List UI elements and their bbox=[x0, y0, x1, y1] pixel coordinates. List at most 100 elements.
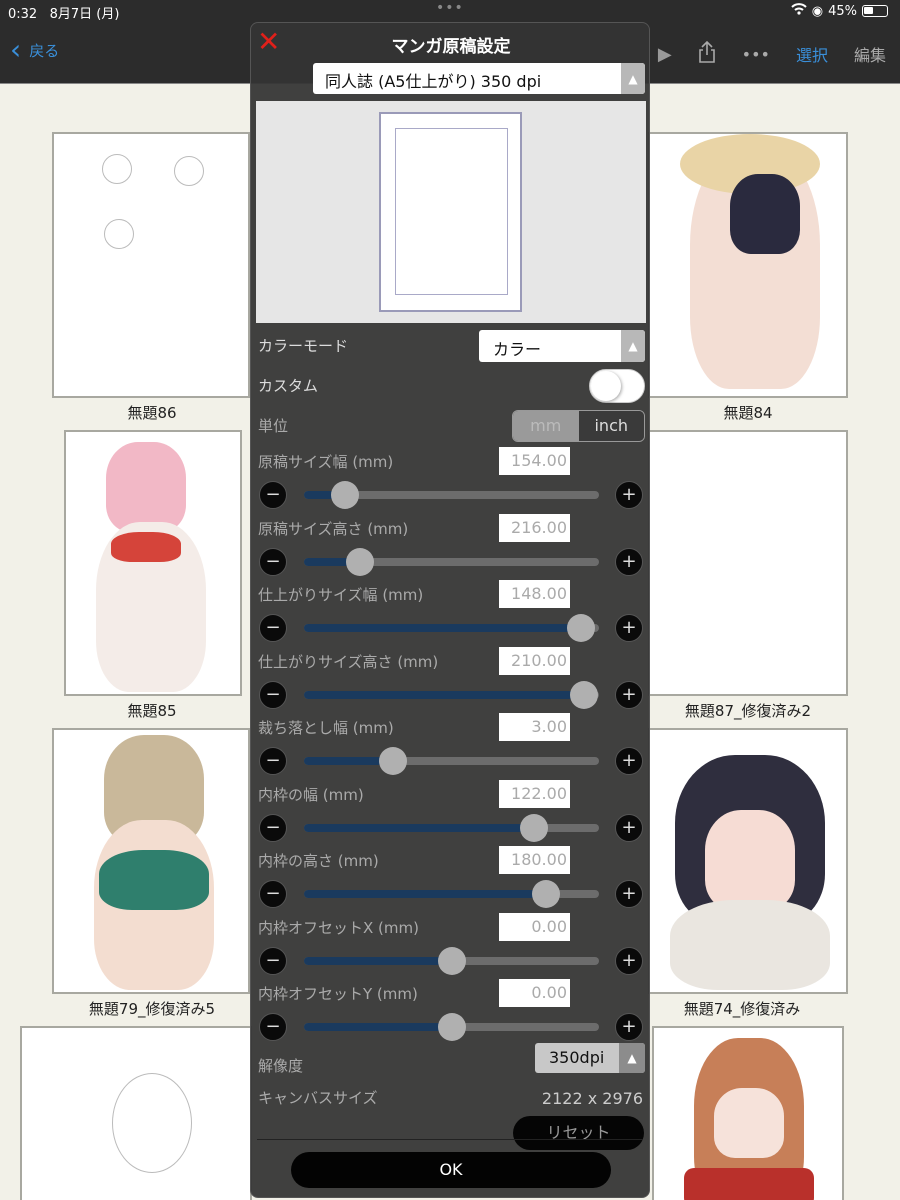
slider-track[interactable] bbox=[304, 814, 599, 842]
slider-value-field[interactable]: 154.00 bbox=[499, 447, 570, 475]
slider-track[interactable] bbox=[304, 614, 599, 642]
resolution-value: 350dpi bbox=[549, 1048, 605, 1067]
share-icon[interactable] bbox=[698, 40, 716, 68]
thumbnail-label: 無題87_修復済み2 bbox=[684, 702, 812, 720]
preset-select[interactable]: 同人誌 (A5仕上がり) 350 dpi ▲ bbox=[313, 63, 645, 94]
slider-track[interactable] bbox=[304, 880, 599, 908]
decrement-button[interactable]: − bbox=[259, 1013, 287, 1041]
increment-button[interactable]: + bbox=[615, 947, 643, 975]
thumbnail[interactable] bbox=[52, 132, 250, 398]
reset-button[interactable]: リセット bbox=[513, 1116, 644, 1150]
slider-thumb[interactable] bbox=[570, 681, 599, 709]
chevron-left-icon: ‹ bbox=[10, 33, 22, 66]
slider-thumb[interactable] bbox=[520, 814, 549, 842]
dialog-title: マンガ原稿設定 bbox=[391, 37, 511, 57]
custom-label: カスタム bbox=[258, 377, 319, 395]
decrement-button[interactable]: − bbox=[259, 614, 287, 642]
slider-thumb[interactable] bbox=[531, 880, 560, 908]
increment-button[interactable]: + bbox=[615, 880, 643, 908]
decrement-button[interactable]: − bbox=[259, 947, 287, 975]
slider-label: 内枠オフセットY (mm) bbox=[258, 985, 418, 1003]
thumbnail[interactable] bbox=[20, 1026, 252, 1200]
unit-inch-option[interactable]: inch bbox=[578, 411, 644, 441]
thumbnail-label: 無題85 bbox=[127, 702, 177, 720]
slider-fill bbox=[304, 824, 535, 832]
color-mode-select[interactable]: カラー ▲ bbox=[479, 330, 645, 362]
slider-thumb[interactable] bbox=[331, 481, 360, 509]
decrement-button[interactable]: − bbox=[259, 814, 287, 842]
slider-thumb[interactable] bbox=[437, 1013, 466, 1041]
slider-track[interactable] bbox=[304, 481, 599, 509]
thumbnail[interactable] bbox=[648, 430, 848, 696]
preview-page-frame bbox=[379, 112, 522, 312]
edit-button[interactable]: 編集 bbox=[854, 42, 886, 66]
slider-label: 仕上がりサイズ高さ (mm) bbox=[258, 653, 439, 671]
status-time: 0:32 8月7日 (月) bbox=[8, 7, 120, 22]
thumbnail-label: 無題79_修復済み5 bbox=[88, 1000, 216, 1018]
resolution-select[interactable]: 350dpi ▲ bbox=[535, 1043, 645, 1073]
increment-button[interactable]: + bbox=[615, 814, 643, 842]
decrement-button[interactable]: − bbox=[259, 681, 287, 709]
increment-button[interactable]: + bbox=[615, 1013, 643, 1041]
slider-fill bbox=[304, 624, 582, 632]
increment-button[interactable]: + bbox=[615, 481, 643, 509]
decrement-button[interactable]: − bbox=[259, 747, 287, 775]
dropdown-arrow-icon[interactable]: ▲ bbox=[621, 330, 645, 362]
slider-thumb[interactable] bbox=[567, 614, 596, 642]
thumbnail[interactable] bbox=[648, 132, 848, 398]
slider-value-field[interactable]: 3.00 bbox=[499, 713, 570, 741]
slider-thumb[interactable] bbox=[437, 947, 466, 975]
color-mode-label: カラーモード bbox=[258, 337, 349, 355]
thumbnail-label: 無題86 bbox=[127, 404, 177, 422]
manga-settings-dialog: ✕ マンガ原稿設定 同人誌 (A5仕上がり) 350 dpi ▲ カラーモード … bbox=[250, 22, 650, 1198]
dropdown-arrow-icon[interactable]: ▲ bbox=[621, 63, 645, 94]
multitask-dots[interactable]: ••• bbox=[436, 0, 464, 16]
slider-value-field[interactable]: 0.00 bbox=[499, 979, 570, 1007]
slider-value-field[interactable]: 180.00 bbox=[499, 846, 570, 874]
slider-thumb[interactable] bbox=[346, 548, 375, 576]
decrement-button[interactable]: − bbox=[259, 548, 287, 576]
slider-fill bbox=[304, 1023, 452, 1031]
thumbnail[interactable] bbox=[52, 728, 250, 994]
increment-button[interactable]: + bbox=[615, 614, 643, 642]
increment-button[interactable]: + bbox=[615, 548, 643, 576]
back-button[interactable]: ‹ 戻る bbox=[10, 36, 59, 64]
play-icon[interactable]: ▶ bbox=[658, 44, 672, 65]
dropdown-arrow-icon[interactable]: ▲ bbox=[619, 1043, 645, 1073]
page-preview bbox=[256, 101, 646, 323]
preview-inner-frame bbox=[395, 128, 508, 295]
slider-value-field[interactable]: 0.00 bbox=[499, 913, 570, 941]
rotation-lock-icon: ◉ bbox=[811, 3, 824, 19]
status-indicators: ◉ 45% bbox=[791, 3, 888, 19]
unit-mm-option[interactable]: mm bbox=[513, 411, 579, 441]
increment-button[interactable]: + bbox=[615, 747, 643, 775]
slider-value-field[interactable]: 216.00 bbox=[499, 514, 570, 542]
slider-track[interactable] bbox=[304, 681, 599, 709]
resolution-label: 解像度 bbox=[258, 1057, 304, 1075]
slider-track[interactable] bbox=[304, 747, 599, 775]
thumbnail[interactable] bbox=[64, 430, 242, 696]
unit-label: 単位 bbox=[258, 417, 289, 435]
slider-value-field[interactable]: 122.00 bbox=[499, 780, 570, 808]
thumbnail[interactable] bbox=[652, 1026, 844, 1200]
select-button[interactable]: 選択 bbox=[796, 42, 828, 66]
back-label: 戻る bbox=[29, 41, 60, 60]
preset-value: 同人誌 (A5仕上がり) 350 dpi bbox=[325, 72, 542, 91]
slider-value-field[interactable]: 148.00 bbox=[499, 580, 570, 608]
thumbnail[interactable] bbox=[648, 728, 848, 994]
slider-label: 内枠の高さ (mm) bbox=[258, 852, 379, 870]
slider-track[interactable] bbox=[304, 947, 599, 975]
unit-segmented-control: mm inch bbox=[512, 410, 645, 442]
slider-track[interactable] bbox=[304, 548, 599, 576]
slider-fill bbox=[304, 890, 546, 898]
slider-thumb[interactable] bbox=[378, 747, 407, 775]
ok-button[interactable]: OK bbox=[291, 1152, 611, 1188]
slider-value-field[interactable]: 210.00 bbox=[499, 647, 570, 675]
increment-button[interactable]: + bbox=[615, 681, 643, 709]
more-icon[interactable]: ••• bbox=[742, 45, 770, 64]
slider-track[interactable] bbox=[304, 1013, 599, 1041]
slider-fill bbox=[304, 957, 452, 965]
decrement-button[interactable]: − bbox=[259, 481, 287, 509]
decrement-button[interactable]: − bbox=[259, 880, 287, 908]
custom-toggle[interactable] bbox=[589, 369, 645, 403]
